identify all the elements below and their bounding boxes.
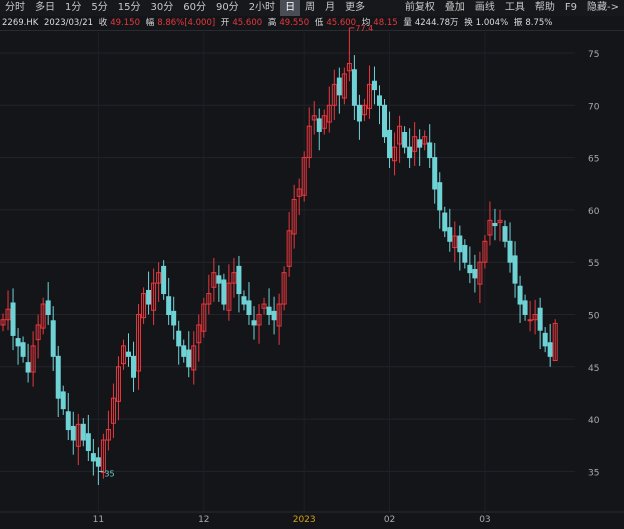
- candle-body: [512, 255, 518, 284]
- low-annotation: 35: [104, 469, 114, 478]
- y-tick-label: 45: [588, 364, 599, 374]
- candle-body: [271, 310, 277, 321]
- candle-body: [517, 285, 523, 305]
- candle-body: [25, 362, 31, 373]
- candle-body: [492, 222, 498, 227]
- candle-body: [10, 302, 16, 336]
- y-tick-label: 75: [588, 50, 599, 60]
- candle-body: [55, 355, 61, 399]
- y-tick-label: 40: [588, 416, 600, 426]
- candle-body: [85, 433, 91, 451]
- candle-body: [377, 95, 382, 106]
- candle-body: [65, 411, 71, 431]
- candle-body: [316, 118, 322, 132]
- candle-body: [502, 226, 508, 242]
- candle-body: [80, 423, 86, 441]
- x-tick-label: 02: [384, 515, 395, 525]
- candle-body: [90, 453, 96, 462]
- candle-body: [382, 104, 388, 138]
- high-annotation: 77.4: [355, 24, 373, 33]
- candle-body: [417, 139, 423, 148]
- candle-body: [387, 129, 393, 159]
- x-tick-label: 12: [198, 515, 209, 525]
- candle-body: [70, 425, 76, 441]
- candle-body: [60, 391, 66, 410]
- candle-body: [351, 69, 357, 106]
- candlestick-chart[interactable]: 75 70 65 60 55 50 45 40 35 11 12 2023 02 03 77.4 35: [0, 0, 624, 529]
- candle-body: [95, 457, 101, 467]
- candle-body: [266, 306, 272, 316]
- candle-body: [371, 80, 377, 91]
- candle-body: [472, 269, 478, 279]
- candle-body: [171, 310, 177, 326]
- candle-body: [432, 157, 438, 190]
- x-tick-label: 03: [479, 515, 490, 525]
- candle-body: [236, 265, 242, 295]
- candle-body: [427, 142, 433, 159]
- candle-body: [246, 300, 252, 316]
- candle-body: [181, 345, 187, 357]
- candle-body: [221, 279, 227, 305]
- candle-body: [467, 264, 473, 274]
- candle-body: [537, 307, 543, 331]
- candle-body: [402, 131, 408, 148]
- candle-body: [241, 296, 247, 305]
- y-tick-label: 60: [588, 207, 600, 217]
- candle-body: [216, 275, 222, 284]
- candle-body: [462, 244, 468, 263]
- candle-body: [166, 296, 172, 315]
- candle-body: [186, 349, 192, 368]
- candle-body: [45, 300, 51, 316]
- x-tick-label: 11: [93, 515, 104, 525]
- candle-body: [15, 338, 21, 347]
- candle-body: [542, 332, 548, 347]
- candle-body: [356, 104, 362, 122]
- y-tick-label: 65: [588, 155, 599, 165]
- y-tick-label: 55: [588, 259, 599, 269]
- candle-body: [437, 182, 443, 211]
- candle-body: [20, 342, 26, 357]
- candle-body: [161, 265, 167, 295]
- candle-body: [251, 320, 257, 326]
- candle-body: [176, 330, 182, 347]
- candle-body: [131, 355, 137, 378]
- y-tick-label: 70: [588, 102, 600, 112]
- y-tick-label: 35: [588, 468, 599, 478]
- y-tick-label: 50: [588, 312, 600, 322]
- candle-body: [126, 351, 131, 357]
- candle-body: [547, 342, 553, 357]
- candle-body: [522, 300, 528, 316]
- candle-body: [442, 212, 448, 232]
- candle-body: [507, 240, 513, 263]
- x-tick-label: 2023: [293, 515, 316, 525]
- candle-body: [146, 289, 152, 305]
- candle-body: [447, 227, 453, 242]
- candle-body: [457, 235, 463, 253]
- candle-body: [50, 320, 56, 357]
- candle-body: [407, 146, 413, 159]
- candle-body: [336, 77, 342, 96]
